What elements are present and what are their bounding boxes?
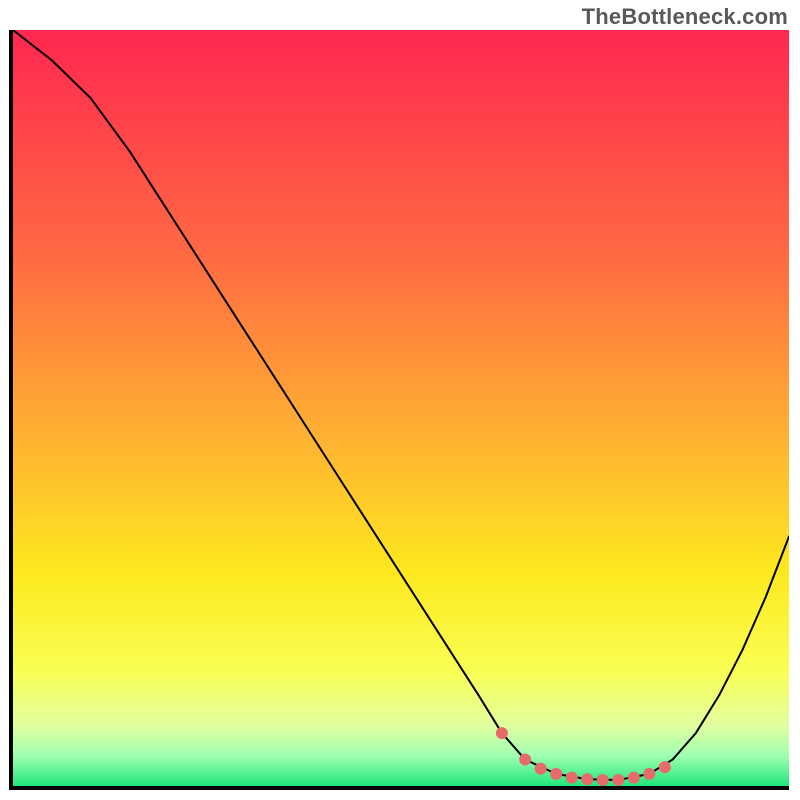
marker-dot [628, 772, 640, 784]
plot-svg [13, 30, 789, 786]
marker-dot [659, 761, 671, 773]
plot-background [13, 30, 789, 786]
marker-dot [535, 763, 547, 775]
marker-dot [550, 768, 562, 780]
marker-dot [612, 774, 624, 786]
marker-dot [566, 772, 578, 784]
marker-dot [643, 768, 655, 780]
marker-dot [597, 774, 609, 786]
watermark-text: TheBottleneck.com [582, 4, 788, 30]
marker-dot [581, 773, 593, 785]
marker-dot [519, 754, 531, 766]
marker-dot [496, 727, 508, 739]
chart-container: TheBottleneck.com [0, 0, 800, 800]
